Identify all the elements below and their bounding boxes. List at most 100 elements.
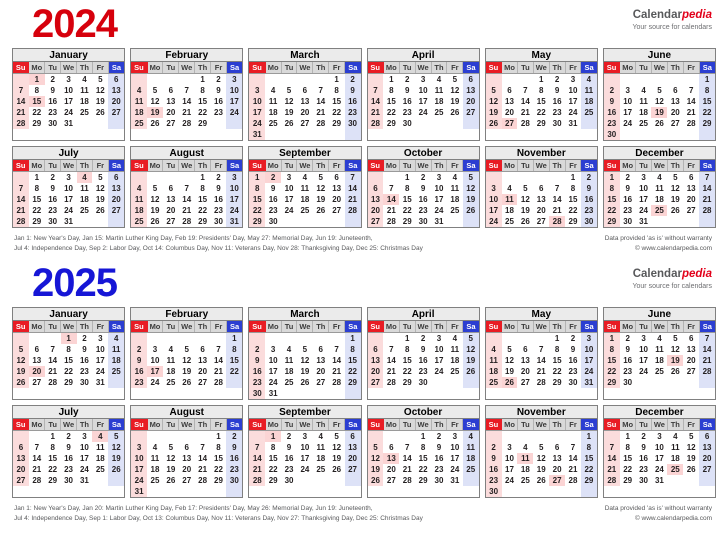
day-cell[interactable]: 9 [580,183,597,194]
day-cell[interactable]: 19 [667,194,684,205]
day-cell[interactable]: 7 [249,442,266,453]
day-cell[interactable]: 10 [580,344,597,355]
day-cell[interactable]: 13 [162,194,179,205]
day-cell[interactable]: 4 [296,171,313,183]
day-cell[interactable]: 16 [565,355,581,366]
day-cell[interactable]: 7 [683,85,700,96]
day-cell[interactable]: 7 [194,442,211,453]
copyright-link[interactable]: © www.calendarpedia.com [605,514,712,524]
day-cell[interactable]: 10 [147,355,163,366]
day-cell[interactable]: 15 [60,355,77,366]
day-cell[interactable]: 18 [431,96,447,107]
day-cell[interactable]: 20 [683,355,700,366]
day-cell[interactable]: 29 [194,118,211,129]
day-cell[interactable]: 29 [603,216,620,227]
day-cell[interactable]: 20 [367,366,384,377]
day-cell[interactable]: 30 [249,388,266,399]
day-cell[interactable]: 23 [210,107,227,118]
day-cell[interactable]: 13 [549,453,566,464]
day-cell[interactable]: 7 [383,344,400,355]
day-cell[interactable]: 15 [603,355,620,366]
day-cell[interactable]: 11 [667,442,684,453]
day-cell[interactable]: 11 [131,194,148,205]
day-cell[interactable]: 30 [565,377,581,388]
day-cell[interactable]: 29 [265,475,282,486]
day-cell[interactable]: 17 [501,464,518,475]
day-cell[interactable]: 27 [683,366,700,377]
day-cell[interactable]: 6 [501,85,518,96]
day-cell[interactable]: 20 [667,107,684,118]
day-cell[interactable]: 4 [76,171,93,183]
day-cell[interactable]: 14 [367,96,384,107]
day-cell[interactable]: 16 [131,366,148,377]
day-cell[interactable]: 27 [344,464,361,475]
day-cell[interactable]: 16 [249,366,266,377]
day-cell[interactable]: 7 [603,442,620,453]
day-cell[interactable]: 9 [635,442,652,453]
day-cell[interactable]: 10 [635,183,652,194]
day-cell[interactable]: 23 [249,377,266,388]
day-cell[interactable]: 4 [265,85,282,96]
day-cell[interactable]: 10 [281,183,297,194]
day-cell[interactable]: 15 [580,453,597,464]
day-cell[interactable]: 18 [446,355,463,366]
day-cell[interactable]: 22 [399,205,416,216]
day-cell[interactable]: 29 [210,475,227,486]
day-cell[interactable]: 25 [462,464,479,475]
day-cell[interactable]: 27 [28,377,45,388]
day-cell[interactable]: 23 [44,107,61,118]
day-cell[interactable]: 10 [131,453,148,464]
day-cell[interactable]: 8 [194,85,211,96]
day-cell[interactable]: 28 [699,205,716,216]
day-cell[interactable]: 5 [367,442,384,453]
day-cell[interactable]: 26 [296,377,313,388]
day-cell[interactable]: 6 [462,73,479,85]
day-cell[interactable]: 7 [533,344,550,355]
day-cell[interactable]: 24 [249,118,266,129]
day-cell[interactable]: 4 [431,73,447,85]
day-cell[interactable]: 8 [619,442,636,453]
day-cell[interactable]: 20 [13,464,29,475]
day-cell[interactable]: 28 [383,377,400,388]
day-cell[interactable]: 12 [667,344,684,355]
day-cell[interactable]: 25 [76,205,93,216]
day-cell[interactable]: 15 [226,355,243,366]
day-cell[interactable]: 25 [108,366,125,377]
day-cell[interactable]: 20 [296,107,313,118]
day-cell[interactable]: 19 [147,107,163,118]
day-cell[interactable]: 17 [92,355,109,366]
day-cell[interactable]: 26 [667,366,684,377]
day-cell[interactable]: 14 [383,355,400,366]
day-cell[interactable]: 14 [249,453,266,464]
day-cell[interactable]: 28 [383,216,400,227]
day-cell[interactable]: 6 [517,344,534,355]
day-cell[interactable]: 18 [635,107,652,118]
day-cell[interactable]: 1 [399,171,416,183]
day-cell[interactable]: 11 [635,96,652,107]
day-cell[interactable]: 15 [603,194,620,205]
day-cell[interactable]: 18 [667,453,684,464]
day-cell[interactable]: 23 [226,464,243,475]
day-cell[interactable]: 29 [603,377,620,388]
day-cell[interactable]: 18 [281,366,297,377]
day-cell[interactable]: 1 [383,73,400,85]
day-cell[interactable]: 8 [383,85,400,96]
day-cell[interactable]: 8 [28,85,45,96]
day-cell[interactable]: 30 [281,475,297,486]
day-cell[interactable]: 9 [565,344,581,355]
day-cell[interactable]: 30 [603,129,620,140]
day-cell[interactable]: 2 [281,430,297,442]
day-cell[interactable]: 17 [265,366,282,377]
day-cell[interactable]: 27 [501,118,518,129]
day-cell[interactable]: 19 [108,453,125,464]
day-cell[interactable]: 13 [683,183,700,194]
day-cell[interactable]: 16 [415,194,432,205]
day-cell[interactable]: 26 [92,205,109,216]
day-cell[interactable]: 4 [281,344,297,355]
day-cell[interactable]: 15 [383,96,400,107]
day-cell[interactable]: 16 [44,96,61,107]
day-cell[interactable]: 25 [501,216,518,227]
day-cell[interactable]: 2 [249,344,266,355]
day-cell[interactable]: 12 [328,442,345,453]
day-cell[interactable]: 30 [485,486,502,497]
